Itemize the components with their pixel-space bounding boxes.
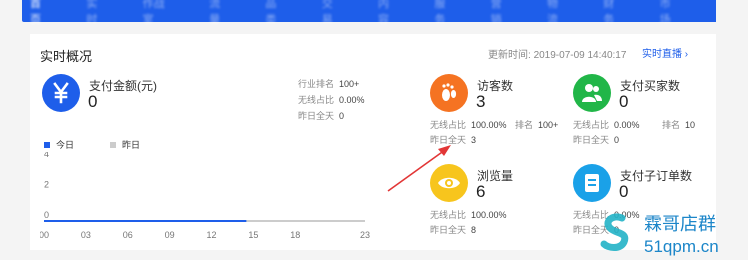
x-tick-label: 15 xyxy=(248,230,258,240)
stat-value: 100.00% xyxy=(471,210,507,220)
users-icon xyxy=(573,74,611,112)
legend-yesterday-swatch xyxy=(110,141,117,148)
nav-item-realtime[interactable]: 实时 xyxy=(86,0,106,27)
stat-value: 0 xyxy=(339,111,345,121)
live-broadcast-link[interactable]: 实时直播 › xyxy=(642,45,688,60)
nav-item-service[interactable]: 服务 xyxy=(434,0,454,27)
x-tick-label: 00 xyxy=(40,230,49,240)
top-nav: 首页 实时 作战室 流量 品类 交易 内容 服务 营销 物流 财务 市场 xyxy=(22,0,716,26)
pay-stat-rank: 行业排名 100+ xyxy=(298,77,359,90)
buyers-stat-rank: 排名 10 xyxy=(662,118,695,131)
update-time: 更新时间: 2019-07-09 14:40:17 xyxy=(488,46,626,61)
nav-item-market[interactable]: 市场 xyxy=(660,0,680,27)
watermark-title: 霖哥店群 xyxy=(644,214,716,234)
x-tick-label: 23 xyxy=(360,230,370,240)
footprint-icon xyxy=(430,74,468,112)
legend-yesterday-label[interactable]: 昨日 xyxy=(122,138,140,151)
realtime-chart: 0 2 4 00 03 06 09 12 15 18 23 xyxy=(40,152,370,240)
watermark-site: 51qpm.cn xyxy=(644,237,719,256)
pay-amount-value: 0 xyxy=(88,92,98,111)
buyers-label: 支付买家数 xyxy=(620,79,681,93)
pay-amount-label: 支付金额(元) xyxy=(89,79,157,93)
x-tick-label: 06 xyxy=(123,230,133,240)
stat-key: 排名 xyxy=(662,120,681,130)
nav-item-warroom[interactable]: 作战室 xyxy=(143,0,173,27)
annotation-arrow xyxy=(387,145,451,192)
pageviews-value: 6 xyxy=(476,182,486,201)
legend-today-label[interactable]: 今日 xyxy=(56,138,74,151)
stat-value: 3 xyxy=(471,135,477,145)
visitors-stat-wireless: 无线占比 100.00% xyxy=(430,118,507,131)
legend-today-swatch xyxy=(44,141,50,148)
y-tick-label: 2 xyxy=(44,180,49,190)
nav-item-logistics[interactable]: 物流 xyxy=(547,0,567,27)
pageviews-stat-wireless: 无线占比 100.00% xyxy=(430,208,507,221)
nav-item-traffic[interactable]: 流量 xyxy=(209,0,229,27)
pay-stat-wireless: 无线占比 0.00% xyxy=(298,93,365,106)
stat-value: 100+ xyxy=(538,120,559,130)
buyers-value: 0 xyxy=(619,92,629,111)
x-tick-label: 12 xyxy=(206,230,216,240)
card-title: 实时概况 xyxy=(40,49,93,64)
x-tick-label: 09 xyxy=(165,230,175,240)
buyers-stat-yesterday: 昨日全天 0 xyxy=(573,133,619,146)
buyers-stat-wireless: 无线占比 0.00% xyxy=(573,118,640,131)
nav-item-trade[interactable]: 交易 xyxy=(322,0,342,27)
update-time-value: 2019-07-09 14:40:17 xyxy=(533,50,627,61)
watermark-logo: 霖哥店群 51qpm.cn xyxy=(600,213,719,256)
suborders-value: 0 xyxy=(619,182,629,201)
stat-key: 无线占比 xyxy=(573,120,610,130)
nav-item-home[interactable]: 首页 xyxy=(30,0,50,27)
stat-value: 100+ xyxy=(339,79,360,89)
stat-key: 无线占比 xyxy=(298,95,335,105)
stat-key: 排名 xyxy=(515,120,534,130)
stat-value: 0.00% xyxy=(614,120,640,130)
stat-key: 昨日全天 xyxy=(430,225,467,235)
stat-key: 昨日全天 xyxy=(573,135,610,145)
visitors-value: 3 xyxy=(476,92,486,111)
stat-key: 行业排名 xyxy=(298,79,335,89)
yen-icon xyxy=(42,74,80,112)
nav-item-finance[interactable]: 财务 xyxy=(603,0,623,27)
watermark: 霖哥店群 51qpm.cn xyxy=(600,204,748,260)
visitors-stat-rank: 排名 100+ xyxy=(515,118,558,131)
update-time-label: 更新时间: xyxy=(488,50,531,61)
stat-value: 0 xyxy=(614,135,620,145)
document-icon xyxy=(573,164,611,202)
pay-stat-yesterday: 昨日全天 0 xyxy=(298,109,344,122)
y-tick-label: 4 xyxy=(44,152,49,159)
y-tick-label: 0 xyxy=(44,210,49,220)
suborders-label: 支付子订单数 xyxy=(620,169,693,183)
stat-value: 100.00% xyxy=(471,120,507,130)
nav-item-content[interactable]: 内容 xyxy=(378,0,398,27)
stat-key: 无线占比 xyxy=(430,210,467,220)
pageviews-stat-yesterday: 昨日全天 8 xyxy=(430,223,476,236)
stat-key: 无线占比 xyxy=(430,120,467,130)
stat-value: 10 xyxy=(685,120,696,130)
nav-item-marketing[interactable]: 营销 xyxy=(491,0,511,27)
x-tick-label: 18 xyxy=(290,230,300,240)
stat-value: 8 xyxy=(471,225,477,235)
x-tick-label: 03 xyxy=(81,230,91,240)
stat-key: 昨日全天 xyxy=(298,111,335,121)
nav-item-category[interactable]: 品类 xyxy=(265,0,285,27)
chart-legend: 今日 昨日 xyxy=(44,138,140,151)
stat-value: 0.00% xyxy=(339,95,365,105)
